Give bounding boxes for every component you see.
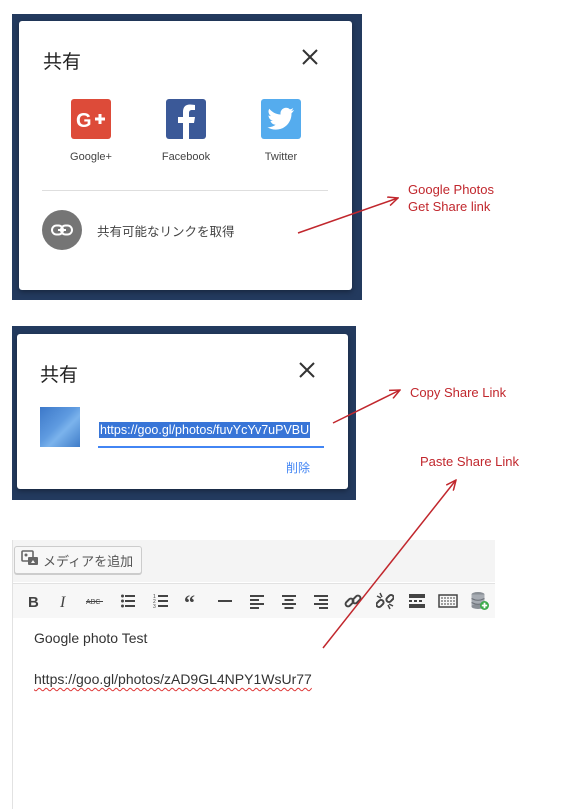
share-google-plus-button[interactable]: G Google+ [51,99,131,163]
annotation-line: Get Share link [408,199,491,214]
editor-toolbar: B I ABC 1 2 3 “ [13,583,495,619]
divider [42,190,328,191]
svg-text:G: G [76,110,92,131]
close-icon[interactable] [299,46,321,68]
horizontal-rule-icon[interactable] [214,590,236,612]
share-service-label: Twitter [264,151,298,163]
add-media-label: メディアを追加 [43,554,134,570]
add-media-button[interactable]: メディアを追加 [14,546,143,574]
annotation-copy-share-link: Copy Share Link [410,385,507,400]
photo-thumbnail [40,407,80,447]
align-left-icon[interactable] [246,590,268,612]
strikethrough-icon[interactable]: ABC [84,590,106,612]
share-dialog-title: 共有 [40,364,79,386]
get-link-label[interactable]: 共有可能なリンクを取得 [97,221,235,240]
delete-link-button[interactable]: 削除 [286,459,310,476]
toolbar-toggle-icon[interactable] [437,590,459,612]
post-editor: メディアを追加 B I ABC 1 2 3 “ Google photo Tes… [12,540,495,809]
align-right-icon[interactable] [310,590,332,612]
google-plus-icon: G [71,99,111,139]
link-icon[interactable] [342,590,364,612]
add-media-icon [21,550,39,570]
svg-text:“: “ [184,593,195,609]
content-line-url[interactable]: https://goo.gl/photos/zAD9GL4NPY1WsUr77 [34,671,312,687]
svg-text:B: B [28,594,39,609]
share-twitter-button[interactable]: Twitter [241,99,321,163]
media-bar: メディアを追加 [13,540,495,582]
facebook-icon [166,99,206,139]
link-icon [51,224,73,236]
share-url-text[interactable]: https://goo.gl/photos/fuvYcYv7uPVBU [99,422,311,438]
italic-icon[interactable]: I [53,590,75,612]
bold-icon[interactable]: B [22,590,44,612]
bullet-list-icon[interactable] [117,590,139,612]
content-line-title[interactable]: Google photo Test [34,630,147,646]
align-center-icon[interactable] [278,590,300,612]
blockquote-icon[interactable]: “ [182,590,204,612]
twitter-icon [261,99,301,139]
numbered-list-icon[interactable]: 1 2 3 [150,590,172,612]
get-link-button[interactable] [42,210,82,250]
annotation-line: Google Photos [408,182,495,197]
close-icon[interactable] [296,359,318,381]
share-url-field[interactable]: https://goo.gl/photos/fuvYcYv7uPVBU [98,420,324,448]
share-dialog-title: 共有 [43,51,82,73]
svg-text:ABC: ABC [86,599,100,606]
database-add-icon[interactable] [469,590,491,612]
annotation-get-share-link: Google Photos Get Share link [408,181,494,215]
share-service-label: Facebook [161,151,211,163]
read-more-icon[interactable] [406,590,428,612]
unlink-icon[interactable] [374,590,396,612]
editor-content[interactable]: Google photo Test https://goo.gl/photos/… [13,618,495,809]
share-service-label: Google+ [70,151,112,163]
annotation-paste-share-link: Paste Share Link [420,454,520,469]
svg-text:3: 3 [153,604,156,609]
svg-text:I: I [59,594,66,609]
share-facebook-button[interactable]: Facebook [146,99,226,163]
